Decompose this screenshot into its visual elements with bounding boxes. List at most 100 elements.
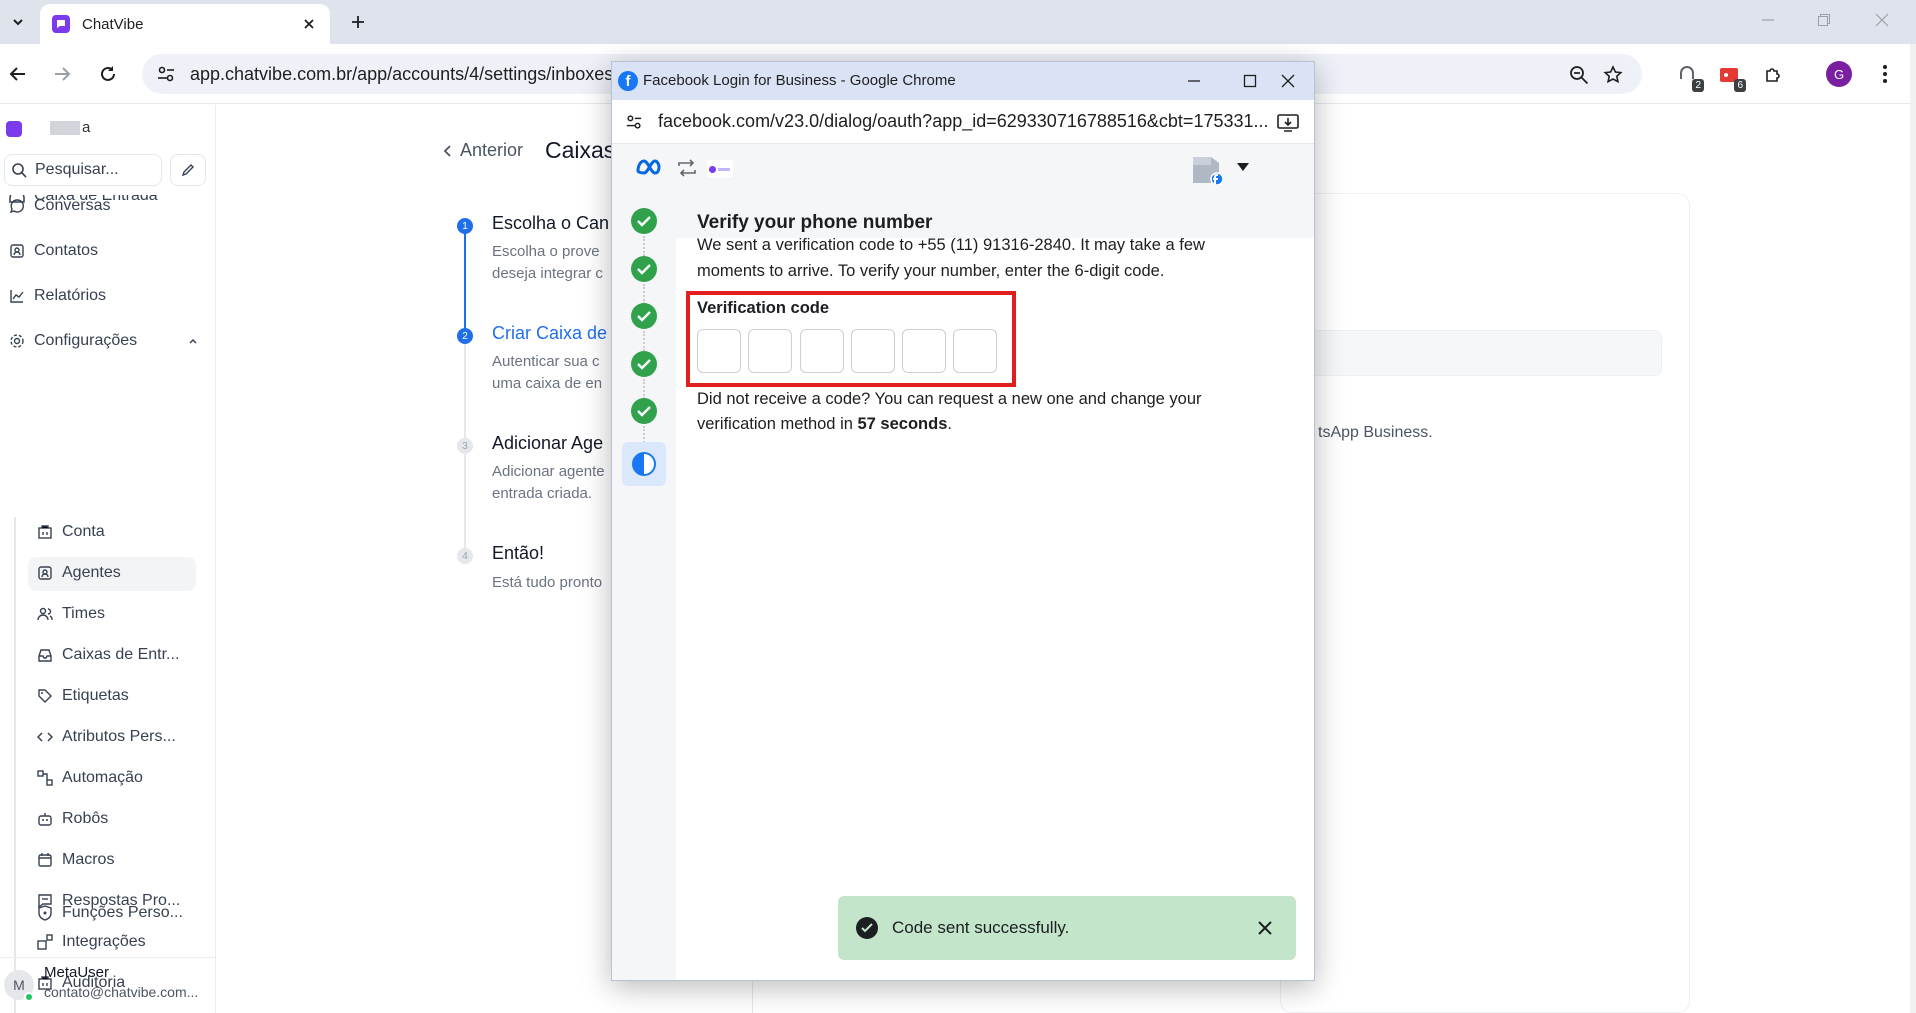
- sidebar-sub-label: Robôs: [62, 810, 109, 827]
- resend-countdown: 57 seconds: [857, 415, 948, 433]
- extension-2-icon[interactable]: 6: [1714, 60, 1746, 92]
- code-digit-5[interactable]: [902, 329, 946, 373]
- sidebar-sub-integracoes[interactable]: Integrações: [36, 933, 146, 951]
- sidebar-item-label: Relatórios: [34, 287, 107, 304]
- browser-menu-icon[interactable]: [1872, 61, 1898, 87]
- toast-close-icon[interactable]: [1250, 913, 1280, 943]
- step-complete-check-icon: [631, 256, 657, 282]
- caret-down-icon[interactable]: [1236, 162, 1250, 172]
- popup-address-bar[interactable]: facebook.com/v23.0/dialog/oauth?app_id=6…: [612, 100, 1314, 144]
- sidebar-sub-label: Integrações: [62, 933, 146, 950]
- account-switcher[interactable]: a: [50, 119, 90, 136]
- check-circle-icon: [856, 917, 878, 939]
- window-restore-button[interactable]: [1796, 0, 1852, 40]
- business-account-avatar[interactable]: [1191, 153, 1223, 185]
- page-title: Caixas: [545, 137, 616, 163]
- zoom-icon[interactable]: [1566, 62, 1592, 88]
- reload-button[interactable]: [94, 60, 122, 88]
- back-label: Anterior: [460, 140, 524, 160]
- step-4-title: Então!: [492, 543, 545, 563]
- sidebar-sub-atributos[interactable]: Atributos Pers...: [36, 728, 176, 746]
- profile-avatar[interactable]: G: [1826, 61, 1852, 87]
- verify-heading: Verify your phone number: [697, 212, 933, 233]
- popup-maximize-button[interactable]: [1230, 66, 1270, 96]
- code-digit-1[interactable]: [697, 329, 741, 373]
- sidebar-sub-label: Caixas de Entr...: [62, 646, 180, 663]
- forward-button[interactable]: [48, 60, 76, 88]
- step-complete-check-icon: [631, 351, 657, 377]
- site-settings-icon[interactable]: [624, 112, 644, 132]
- sidebar-item-label: Configurações: [34, 332, 138, 349]
- user-email: contato@chatvibe.com...: [44, 984, 199, 1000]
- resend-suffix: .: [947, 415, 952, 433]
- code-digit-3[interactable]: [800, 329, 844, 373]
- arrow-right-icon: [55, 67, 71, 81]
- sidebar-search[interactable]: Pesquisar...: [4, 154, 162, 186]
- close-icon: [1875, 13, 1889, 27]
- contacts-icon: [8, 242, 26, 260]
- step-1-dot: 1: [457, 218, 473, 234]
- sidebar-sub-funcoes[interactable]: Funções Perso...: [36, 904, 183, 922]
- online-status-dot: [24, 992, 34, 1002]
- new-tab-button[interactable]: [344, 8, 372, 36]
- sidebar-sub-conta[interactable]: Conta: [36, 523, 105, 541]
- app-logo-icon: [707, 160, 733, 178]
- sidebar-sub-agentes[interactable]: Agentes: [36, 564, 121, 582]
- automation-icon: [36, 769, 54, 787]
- popup-window-title: Facebook Login for Business - Google Chr…: [643, 72, 956, 89]
- extensions-puzzle-icon[interactable]: [1758, 60, 1788, 90]
- tab-close-icon[interactable]: [298, 13, 320, 35]
- close-icon: [1281, 74, 1295, 88]
- account-name: a: [82, 119, 91, 136]
- code-digit-2[interactable]: [748, 329, 792, 373]
- sidebar-item-relatorios[interactable]: Relatórios: [8, 287, 106, 305]
- window-minimize-button[interactable]: [1740, 0, 1796, 40]
- window-close-button[interactable]: [1854, 0, 1910, 40]
- sidebar-sub-robos[interactable]: Robôs: [36, 810, 108, 828]
- verification-code-label: Verification code: [697, 299, 830, 317]
- install-app-icon[interactable]: [1276, 111, 1300, 135]
- tab-search-button[interactable]: [4, 8, 32, 36]
- step-1-title: Escolha o Can: [492, 213, 610, 233]
- calendar-icon: [36, 851, 54, 869]
- extension-2-badge: 6: [1734, 79, 1746, 92]
- back-link[interactable]: Anterior: [442, 140, 523, 161]
- sidebar-sub-automacao[interactable]: Automação: [36, 769, 143, 787]
- step-2-title: Criar Caixa de: [492, 323, 608, 343]
- sidebar-search-placeholder: Pesquisar...: [35, 161, 119, 178]
- bookmark-star-icon[interactable]: [1600, 62, 1626, 88]
- sidebar-user[interactable]: M MetaUser contato@chatvibe.com...: [0, 957, 216, 1013]
- sidebar-sub-times[interactable]: Times: [36, 605, 105, 623]
- sidebar-sub-caixas[interactable]: Caixas de Entr...: [36, 646, 179, 664]
- sidebar-sub-macros[interactable]: Macros: [36, 851, 114, 869]
- back-button[interactable]: [4, 60, 32, 88]
- code-icon: [36, 728, 54, 746]
- sidebar-item-contatos[interactable]: Contatos: [8, 242, 98, 260]
- browser-tab[interactable]: ChatVibe: [40, 4, 330, 44]
- popup-minimize-button[interactable]: [1174, 66, 1214, 96]
- sidebar-item-conversas[interactable]: Conversas: [8, 197, 110, 215]
- rail-connector: [643, 379, 645, 399]
- step-3-desc: Adicionar agente entrada criada.: [492, 463, 605, 502]
- rail-connector: [643, 284, 645, 304]
- chatvibe-favicon-icon: [52, 15, 70, 33]
- swap-arrows-icon: [676, 158, 698, 178]
- inbox-name-input[interactable]: [1300, 330, 1662, 376]
- popup-titlebar[interactable]: f Facebook Login for Business - Google C…: [612, 62, 1314, 100]
- user-square-icon: [36, 564, 54, 582]
- shield-icon: [36, 904, 54, 922]
- chart-line-icon: [8, 287, 26, 305]
- minimize-icon: [1188, 80, 1200, 82]
- code-digit-4[interactable]: [851, 329, 895, 373]
- compose-button[interactable]: [170, 154, 206, 186]
- extension-1-icon[interactable]: 2: [1672, 60, 1704, 92]
- sidebar-sub-etiquetas[interactable]: Etiquetas: [36, 687, 129, 705]
- chevron-down-icon: [13, 19, 23, 26]
- arrow-left-icon: [9, 67, 25, 81]
- step-2-desc: Autenticar sua c uma caixa de en: [492, 353, 603, 392]
- code-digit-6[interactable]: [953, 329, 997, 373]
- popup-close-button[interactable]: [1268, 66, 1308, 96]
- sidebar-item-configuracoes[interactable]: Configurações: [8, 332, 198, 350]
- page-scrollbar[interactable]: [1910, 44, 1916, 1013]
- sidebar-item-label: Contatos: [34, 242, 99, 259]
